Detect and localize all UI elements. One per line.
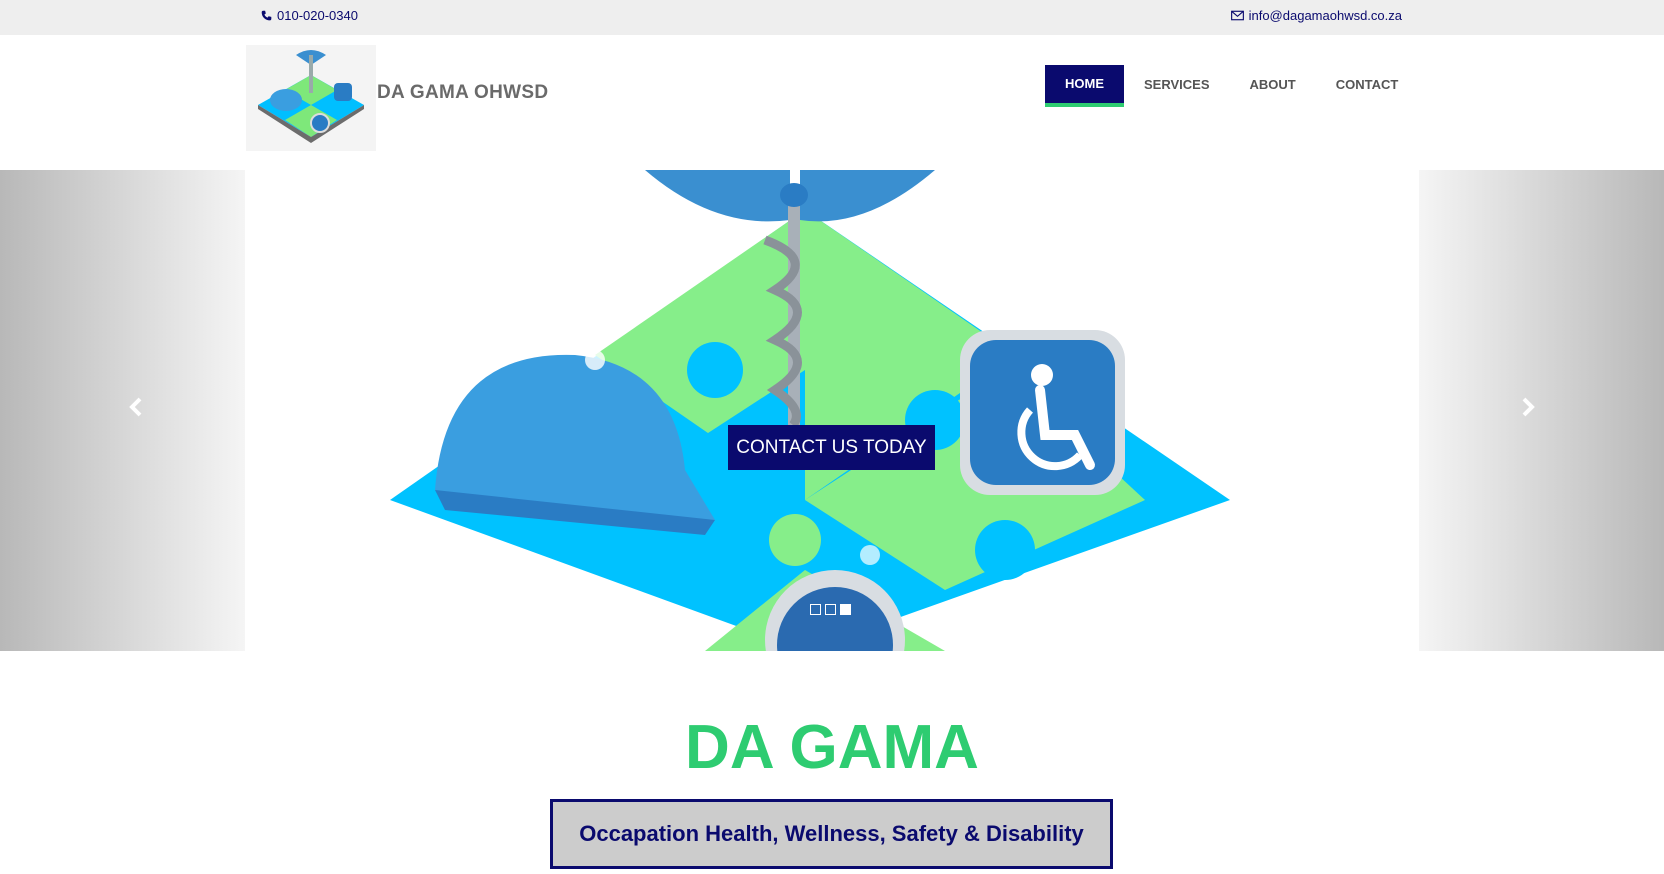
nav-home[interactable]: HOME	[1045, 65, 1124, 107]
phone-number[interactable]: 010-020-0340	[277, 8, 358, 23]
site-header: DA GAMA OHWSD HOME SERVICES ABOUT CONTAC…	[0, 35, 1664, 170]
nav-contact[interactable]: CONTACT	[1316, 65, 1419, 105]
chevron-left-icon	[129, 397, 142, 417]
tagline-box: Occapation Health, Wellness, Safety & Di…	[550, 799, 1113, 869]
carousel-prev-button[interactable]	[121, 392, 151, 422]
tagline-text: Occapation Health, Wellness, Safety & Di…	[579, 821, 1084, 846]
top-bar: 010-020-0340 info@dagamaohwsd.co.za	[0, 0, 1664, 35]
envelope-icon	[1230, 10, 1244, 21]
carousel-slide	[245, 170, 1419, 651]
brand-name[interactable]: DA GAMA OHWSD	[377, 82, 548, 104]
carousel-indicator-3[interactable]	[840, 604, 851, 615]
main-nav: HOME SERVICES ABOUT CONTACT	[1045, 65, 1418, 107]
logo-puzzle-icon[interactable]	[246, 45, 376, 151]
hero-puzzle-image	[327, 170, 1322, 651]
hero-carousel: CONTACT US TODAY	[0, 170, 1664, 651]
phone-contact[interactable]: 010-020-0340	[261, 8, 358, 23]
chevron-right-icon	[1522, 397, 1535, 417]
contact-us-button[interactable]: CONTACT US TODAY	[728, 425, 935, 470]
carousel-indicator-2[interactable]	[825, 604, 836, 615]
intro-title: DA GAMA	[685, 713, 979, 782]
email-contact[interactable]: info@dagamaohwsd.co.za	[1230, 8, 1402, 23]
nav-services[interactable]: SERVICES	[1124, 65, 1230, 105]
carousel-indicators	[810, 604, 851, 615]
nav-about[interactable]: ABOUT	[1230, 65, 1316, 105]
phone-icon	[261, 10, 272, 21]
carousel-indicator-1[interactable]	[810, 604, 821, 615]
email-address[interactable]: info@dagamaohwsd.co.za	[1249, 8, 1402, 23]
carousel-next-button[interactable]	[1513, 392, 1543, 422]
